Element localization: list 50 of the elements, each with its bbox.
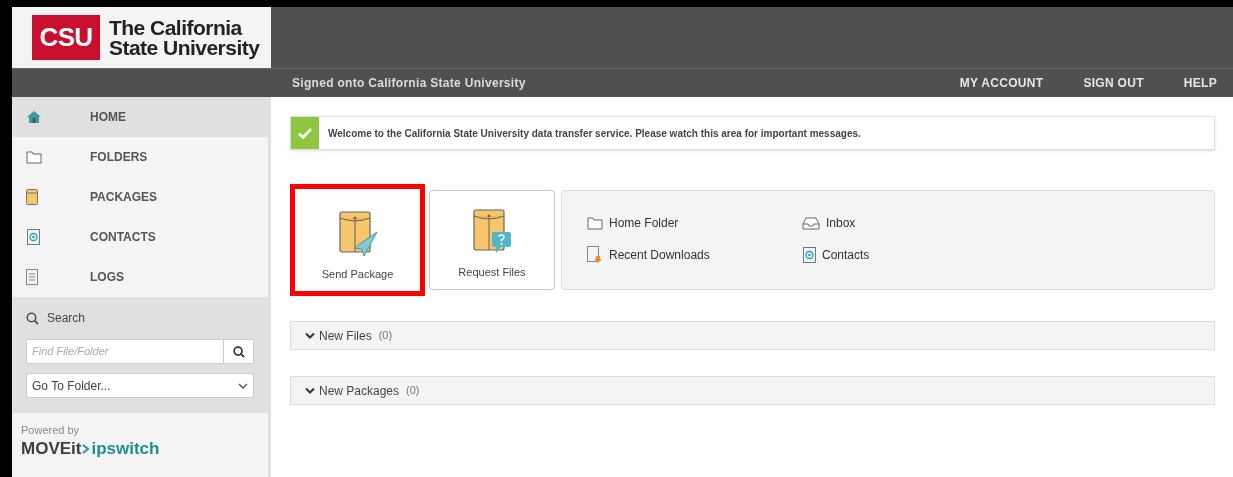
tray-icon: [802, 216, 820, 230]
action-tile[interactable]: Request Files: [429, 190, 555, 290]
chevron-right-icon: [82, 443, 91, 454]
nav-link[interactable]: MY ACCOUNT: [959, 74, 1044, 92]
nav-link[interactable]: HELP: [1183, 74, 1217, 92]
brand-logo-text: MOVEit: [21, 438, 82, 459]
quick-link[interactable]: Inbox: [802, 213, 1214, 233]
logo-mark: CSU: [32, 15, 100, 60]
section-title: New Files: [319, 327, 372, 345]
section-title: New Packages: [319, 382, 400, 400]
collapsible-section-header[interactable]: New Files (0): [290, 321, 1215, 350]
address-book-icon: [26, 229, 40, 245]
section-count: (0): [406, 383, 420, 399]
house-icon: [26, 109, 42, 125]
checkmark-icon: [298, 127, 312, 139]
nav-link[interactable]: SIGN OUT: [1083, 74, 1144, 92]
action-tile[interactable]: Send Package: [290, 184, 425, 296]
powered-by-text: Powered by: [21, 423, 81, 438]
search-title: Search: [47, 310, 86, 327]
signed-on-text: Signed onto California State University: [292, 75, 526, 92]
collapsible-section-header[interactable]: New Packages (0): [290, 376, 1215, 405]
quick-link[interactable]: Home Folder: [587, 213, 802, 233]
envelope-with-question-bubble-icon: [472, 207, 512, 254]
section-count: (0): [378, 328, 393, 344]
envelope-with-paper-plane-icon: [337, 209, 378, 256]
envelope-icon: [26, 189, 38, 205]
quick-link[interactable]: Contacts: [802, 245, 1214, 265]
folder-icon: [587, 216, 603, 230]
chevron-down-icon: [238, 382, 248, 389]
welcome-message: Welcome to the California State University data transfer service. Please watch this area for important messages.: [328, 126, 861, 141]
document-icon: [26, 269, 38, 285]
logo-text: State University: [109, 37, 260, 58]
chevron-down-icon: [305, 386, 315, 395]
search-icon: [26, 311, 39, 325]
sidebar-item[interactable]: CONTACTS: [12, 217, 268, 257]
sidebar-item[interactable]: PACKAGES: [12, 177, 268, 217]
folder-dropdown[interactable]: Go To Folder...: [26, 373, 254, 398]
sidebar-item[interactable]: LOGS: [12, 257, 268, 297]
sidebar-item[interactable]: HOME: [12, 97, 268, 137]
chevron-down-icon: [305, 331, 315, 340]
folder-icon: [26, 150, 42, 164]
quick-link[interactable]: Recent Downloads: [587, 245, 802, 265]
address-book-icon: [802, 247, 816, 263]
search-button[interactable]: [224, 339, 254, 364]
sidebar-item[interactable]: FOLDERS: [12, 137, 268, 177]
search-field[interactable]: Find File/Folder: [26, 339, 224, 364]
download-document-icon: [587, 246, 603, 264]
search-icon: [232, 345, 245, 358]
logo-text: The California: [109, 17, 244, 38]
vendor-logo-text: ipswitch: [91, 438, 160, 459]
